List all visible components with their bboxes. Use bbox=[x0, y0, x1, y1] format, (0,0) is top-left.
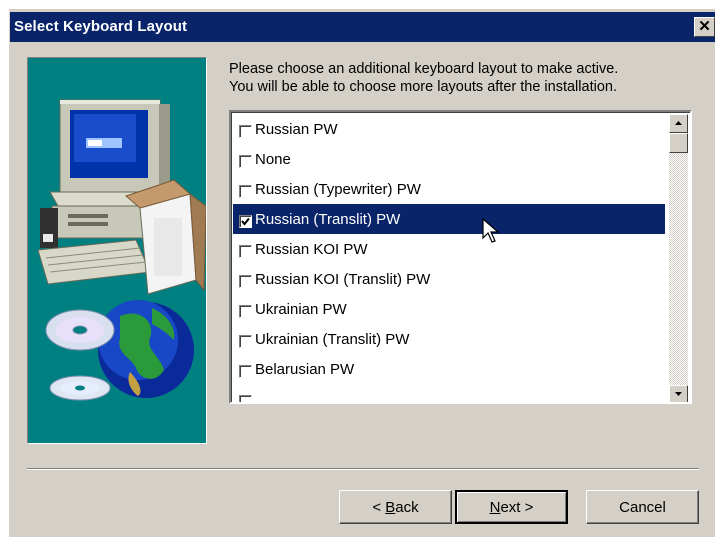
layout-label: Belarusian PW bbox=[255, 360, 355, 378]
keyboard-layout-list[interactable]: Russian PW None Russian (Typewriter) PW … bbox=[229, 110, 692, 404]
back-accelerator: B bbox=[385, 498, 396, 516]
mouse-pointer-icon bbox=[482, 218, 500, 243]
layout-checkbox[interactable] bbox=[239, 184, 252, 198]
layout-checkbox[interactable] bbox=[239, 124, 252, 138]
instructions-text: Please choose an additional keyboard lay… bbox=[229, 60, 689, 96]
checkmark-icon bbox=[241, 217, 250, 226]
layout-checkbox[interactable] bbox=[239, 214, 252, 228]
scroll-down-button[interactable] bbox=[669, 385, 688, 402]
close-icon: ✕ bbox=[698, 18, 711, 35]
list-item[interactable] bbox=[233, 384, 665, 402]
scroll-up-button[interactable] bbox=[669, 114, 688, 133]
layout-checkbox[interactable] bbox=[239, 304, 252, 318]
list-item[interactable]: Belarusian PW bbox=[233, 354, 665, 384]
layout-label: Russian (Typewriter) PW bbox=[255, 180, 421, 198]
layout-checkbox[interactable] bbox=[239, 394, 252, 402]
arrow-up-icon bbox=[675, 121, 682, 125]
next-accelerator: N bbox=[489, 498, 501, 516]
window-title: Select Keyboard Layout bbox=[14, 18, 188, 35]
instructions-line-2: You will be able to choose more layouts … bbox=[229, 79, 617, 95]
back-button[interactable]: < Back bbox=[339, 490, 452, 524]
back-label-rest: ack bbox=[395, 498, 419, 516]
list-item[interactable]: Russian (Typewriter) PW bbox=[233, 174, 665, 204]
list-item[interactable]: Russian (Translit) PW bbox=[233, 204, 665, 234]
layout-label: None bbox=[255, 150, 291, 168]
scrollbar-thumb[interactable] bbox=[669, 133, 688, 153]
vertical-scrollbar[interactable] bbox=[669, 114, 688, 402]
layout-checkbox[interactable] bbox=[239, 364, 252, 378]
layout-label: Russian KOI (Translit) PW bbox=[255, 270, 431, 288]
layout-checkbox[interactable] bbox=[239, 274, 252, 288]
layout-checkbox[interactable] bbox=[239, 244, 252, 258]
list-item[interactable]: Russian KOI PW bbox=[233, 234, 665, 264]
layout-label: Ukrainian (Translit) PW bbox=[255, 330, 410, 348]
layout-checkbox[interactable] bbox=[239, 334, 252, 348]
back-prefix: < bbox=[372, 498, 386, 516]
title-bar[interactable]: Select Keyboard Layout ✕ bbox=[10, 12, 715, 42]
footer-separator bbox=[27, 468, 699, 470]
list-item[interactable]: Russian KOI (Translit) PW bbox=[233, 264, 665, 294]
layout-label: Russian PW bbox=[255, 120, 338, 138]
list-item[interactable]: Ukrainian PW bbox=[233, 294, 665, 324]
layout-label: Ukrainian PW bbox=[255, 300, 347, 318]
arrow-down-icon bbox=[675, 392, 682, 396]
layout-checkbox[interactable] bbox=[239, 154, 252, 168]
next-label-rest: ext > bbox=[500, 498, 534, 516]
list-item[interactable]: Russian PW bbox=[233, 114, 665, 144]
wizard-illustration bbox=[27, 57, 207, 444]
list-item[interactable]: Ukrainian (Translit) PW bbox=[233, 324, 665, 354]
layout-label: Russian KOI PW bbox=[255, 240, 368, 258]
layout-label: Russian (Translit) PW bbox=[255, 210, 401, 228]
instructions-line-1: Please choose an additional keyboard lay… bbox=[229, 61, 619, 77]
cancel-button[interactable]: Cancel bbox=[586, 490, 699, 524]
layout-list-items: Russian PW None Russian (Typewriter) PW … bbox=[233, 114, 665, 402]
computer-globe-cd-illustration bbox=[37, 99, 206, 401]
next-button[interactable]: Next > bbox=[455, 490, 568, 524]
list-item[interactable]: None bbox=[233, 144, 665, 174]
close-button[interactable]: ✕ bbox=[694, 17, 715, 37]
